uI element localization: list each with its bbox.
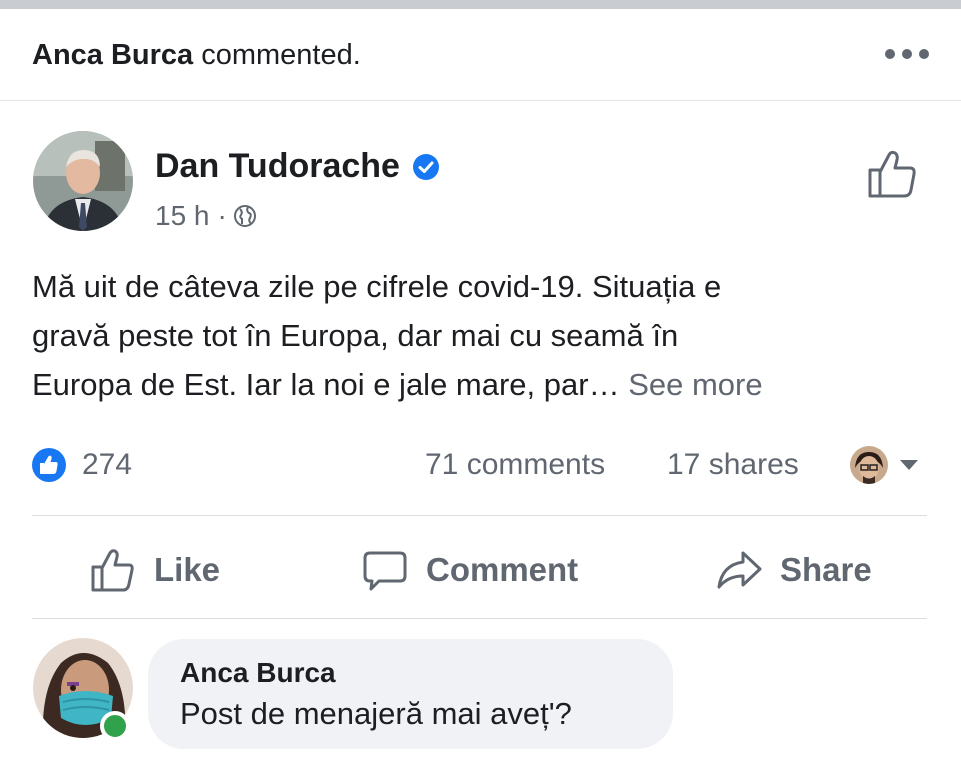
comment-bubble: Anca Burca Post de menajeră mai aveț'? xyxy=(148,639,673,749)
author-row: Dan Tudorache xyxy=(155,147,440,186)
activity-header: Anca Burca commented. xyxy=(0,9,961,101)
like-button-label: Like xyxy=(154,551,221,588)
share-button[interactable]: Share xyxy=(716,540,872,600)
post-text: Mă uit de câteva zile pe cifrele covid-1… xyxy=(32,262,932,409)
stats-row: 274 71 comments 17 shares xyxy=(32,446,927,486)
activity-text: Anca Burca commented. xyxy=(32,39,361,72)
speech-bubble-icon xyxy=(363,551,407,591)
divider xyxy=(32,515,927,516)
activity-actor[interactable]: Anca Burca xyxy=(32,39,193,71)
post-text-line: Mă uit de câteva zile pe cifrele covid-1… xyxy=(32,269,722,304)
meta-separator: · xyxy=(217,200,227,231)
caret-down-icon[interactable] xyxy=(900,460,918,470)
viewer-avatar[interactable] xyxy=(850,446,888,484)
online-status-indicator xyxy=(100,711,130,741)
comment-author[interactable]: Anca Burca xyxy=(180,657,336,689)
comment-text: Post de menajeră mai aveț'? xyxy=(180,696,572,731)
post-text-line-fragment: Europa de Est. Iar la noi e jale mare, p… xyxy=(32,367,629,402)
top-strip xyxy=(0,0,961,9)
divider xyxy=(32,618,927,619)
like-button[interactable]: Like xyxy=(90,540,220,600)
like-reaction-icon[interactable] xyxy=(32,448,66,482)
comment-button[interactable]: Comment xyxy=(362,540,578,600)
reactions-count[interactable]: 274 xyxy=(82,448,132,482)
post-time[interactable]: 15 h xyxy=(155,200,210,232)
post-text-line: gravă peste tot în Europa, dar mai cu se… xyxy=(32,318,679,353)
more-options-icon[interactable] xyxy=(885,43,929,63)
see-more-link[interactable]: See more xyxy=(628,367,762,402)
share-arrow-icon xyxy=(717,551,762,589)
verified-badge-icon xyxy=(412,153,439,180)
post-text-line: Europa de Est. Iar la noi e jale mare, p… xyxy=(32,360,932,409)
comments-count[interactable]: 71 comments xyxy=(425,448,605,482)
author-avatar[interactable] xyxy=(33,131,133,231)
activity-action: commented. xyxy=(201,39,361,71)
share-button-label: Share xyxy=(780,551,872,588)
thumbs-up-outline-icon xyxy=(91,549,134,592)
author-name[interactable]: Dan Tudorache xyxy=(155,147,400,186)
post-meta: 15 h · xyxy=(155,200,257,232)
globe-icon xyxy=(233,205,256,227)
shares-count[interactable]: 17 shares xyxy=(667,448,799,482)
thumbs-up-outline-icon[interactable] xyxy=(866,148,918,200)
comment-button-label: Comment xyxy=(426,551,579,588)
